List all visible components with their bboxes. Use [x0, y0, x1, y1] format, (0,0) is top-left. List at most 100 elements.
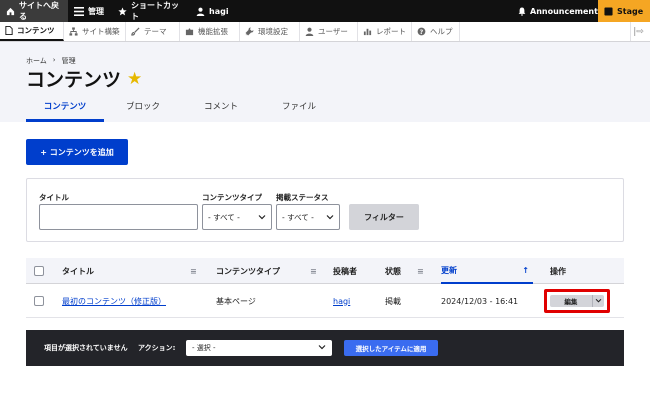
chevron-down-icon: [258, 213, 266, 222]
tray-orientation-toggle[interactable]: |⇨: [630, 22, 646, 41]
action-label: アクション:: [138, 344, 176, 352]
table-row: 最初のコンテンツ（修正版） 基本ページ hagi 掲載 2024/12/03 -…: [26, 284, 624, 318]
announcements-label: Announcements: [530, 6, 603, 16]
chevron-down-icon: [318, 344, 326, 352]
sort-icon[interactable]: ≡: [310, 258, 317, 284]
updated-cell: 2024/12/03 - 16:41: [441, 296, 519, 306]
tray-item-label: コンテンツ: [17, 26, 55, 35]
document-icon: [5, 26, 13, 35]
content-type-cell: 基本ページ: [216, 296, 256, 306]
user-icon: [196, 7, 205, 16]
column-header-type[interactable]: コンテンツタイプ: [216, 258, 280, 284]
table-header: タイトル ≡ コンテンツタイプ ≡ 投稿者 状態 ≡ 更新 ↑ 操作: [26, 258, 624, 284]
action-select[interactable]: - 選択 -: [186, 340, 332, 356]
manage-button[interactable]: 管理: [68, 0, 112, 22]
shortcuts-label: ショートカット: [131, 1, 179, 21]
user-button[interactable]: hagi: [190, 0, 236, 22]
tray-item-extend[interactable]: 機能拡張: [180, 22, 240, 41]
tray-item-appearance[interactable]: テーマ: [126, 22, 180, 41]
tab-blocks[interactable]: ブロック: [104, 100, 182, 122]
chevron-down-icon: [326, 213, 334, 222]
tray-item-label: サイト構築: [82, 27, 120, 36]
tray-item-label: 環境設定: [258, 27, 288, 36]
wrench-icon: [245, 27, 254, 36]
tray-item-label: テーマ: [144, 27, 167, 36]
help-icon: ?: [417, 27, 426, 36]
back-to-site-label: サイトへ戻る: [19, 1, 59, 21]
status-filter-select[interactable]: - すべて -: [276, 204, 340, 230]
page-title: コンテンツ ★: [26, 65, 142, 92]
tray-item-label: ヘルプ: [430, 27, 453, 36]
bulk-actions-bar: 項目が選択されていません アクション: - 選択 - 選択したアイテムに適用: [26, 330, 624, 366]
tray-item-reports[interactable]: レポート: [358, 22, 412, 41]
admin-toolbar: サイトへ戻る 管理 ショートカット hagi Announcements Sta…: [0, 0, 650, 22]
tab-comments[interactable]: コメント: [182, 100, 260, 122]
title-filter-input[interactable]: [39, 204, 198, 230]
status-cell: 掲載: [385, 296, 401, 306]
stage-button[interactable]: Stage: [598, 0, 650, 22]
operations-dropbutton: 編集: [550, 295, 604, 307]
add-content-button[interactable]: + コンテンツを追加: [26, 139, 128, 165]
column-header-updated-label: 更新: [441, 265, 457, 275]
selection-status: 項目が選択されていません: [44, 344, 128, 352]
user-label: hagi: [209, 6, 229, 16]
dropbutton-toggle[interactable]: [591, 295, 604, 307]
stage-label: Stage: [617, 6, 644, 16]
tray-item-label: 機能拡張: [198, 27, 228, 36]
tray-item-configuration[interactable]: 環境設定: [240, 22, 300, 41]
title-filter-label: タイトル: [39, 193, 69, 202]
back-to-site-button[interactable]: サイトへ戻る: [0, 0, 68, 22]
workspace-icon: [604, 6, 613, 16]
bell-icon: [518, 7, 526, 16]
column-header-title[interactable]: タイトル: [62, 258, 94, 284]
tab-files[interactable]: ファイル: [260, 100, 338, 122]
type-filter-value: - すべて -: [208, 212, 240, 222]
type-filter-label: コンテンツタイプ: [202, 193, 262, 202]
column-header-author[interactable]: 投稿者: [333, 258, 357, 284]
column-header-updated[interactable]: 更新 ↑: [441, 258, 533, 284]
main-content: + コンテンツを追加 タイトル コンテンツタイプ - すべて - 掲載ステータス…: [0, 122, 650, 410]
filter-form: タイトル コンテンツタイプ - すべて - 掲載ステータス - すべて - フィ…: [26, 178, 624, 242]
column-header-status[interactable]: 状態: [385, 258, 401, 284]
tray-item-label: ユーザー: [318, 27, 348, 36]
sort-icon[interactable]: ≡: [417, 258, 424, 284]
tray-item-structure[interactable]: サイト構築: [64, 22, 126, 41]
tray-item-content[interactable]: コンテンツ: [0, 22, 64, 41]
type-filter-select[interactable]: - すべて -: [202, 204, 272, 230]
arrow-up-icon: ↑: [522, 265, 529, 275]
shortcuts-button[interactable]: ショートカット: [112, 0, 190, 22]
home-icon: [6, 7, 15, 16]
page-header: ホーム › 管理 コンテンツ ★ コンテンツ ブロック コメント ファイル: [0, 42, 650, 122]
manage-label: 管理: [88, 6, 104, 16]
puzzle-icon: [185, 27, 194, 36]
select-all-checkbox[interactable]: [34, 266, 44, 276]
chevron-down-icon: [595, 297, 602, 305]
page-title-text: コンテンツ: [26, 69, 122, 91]
shortcut-star-icon[interactable]: ★: [127, 69, 142, 89]
tray-item-help[interactable]: ? ヘルプ: [412, 22, 460, 41]
sort-icon[interactable]: ≡: [190, 258, 197, 284]
tab-content[interactable]: コンテンツ: [26, 100, 104, 122]
action-select-value: - 選択 -: [192, 344, 216, 352]
admin-tray: コンテンツ サイト構築 テーマ 機能拡張 環境設定 ユーザー レポート ? ヘル…: [0, 22, 650, 42]
tray-item-label: レポート: [376, 27, 406, 36]
status-filter-label: 掲載ステータス: [276, 193, 329, 202]
tray-item-people[interactable]: ユーザー: [300, 22, 358, 41]
menu-icon: [74, 6, 84, 16]
author-link[interactable]: hagi: [333, 284, 350, 318]
apply-to-selected-button[interactable]: 選択したアイテムに適用: [344, 340, 438, 356]
status-filter-value: - すべて -: [282, 212, 314, 222]
filter-submit-button[interactable]: フィルター: [349, 204, 419, 230]
svg-text:?: ?: [420, 29, 424, 36]
operations-highlight: 編集: [544, 289, 610, 313]
announcements-button[interactable]: Announcements: [512, 0, 603, 22]
primary-tabs: コンテンツ ブロック コメント ファイル: [26, 100, 338, 122]
row-select-checkbox[interactable]: [34, 296, 44, 306]
edit-button[interactable]: 編集: [550, 295, 592, 307]
column-header-operations: 操作: [550, 266, 566, 276]
collapse-icon: |⇨: [633, 26, 644, 37]
star-icon: [118, 6, 127, 16]
brush-icon: [131, 27, 140, 36]
sitemap-icon: [69, 27, 78, 36]
content-title-link[interactable]: 最初のコンテンツ（修正版）: [62, 284, 166, 318]
